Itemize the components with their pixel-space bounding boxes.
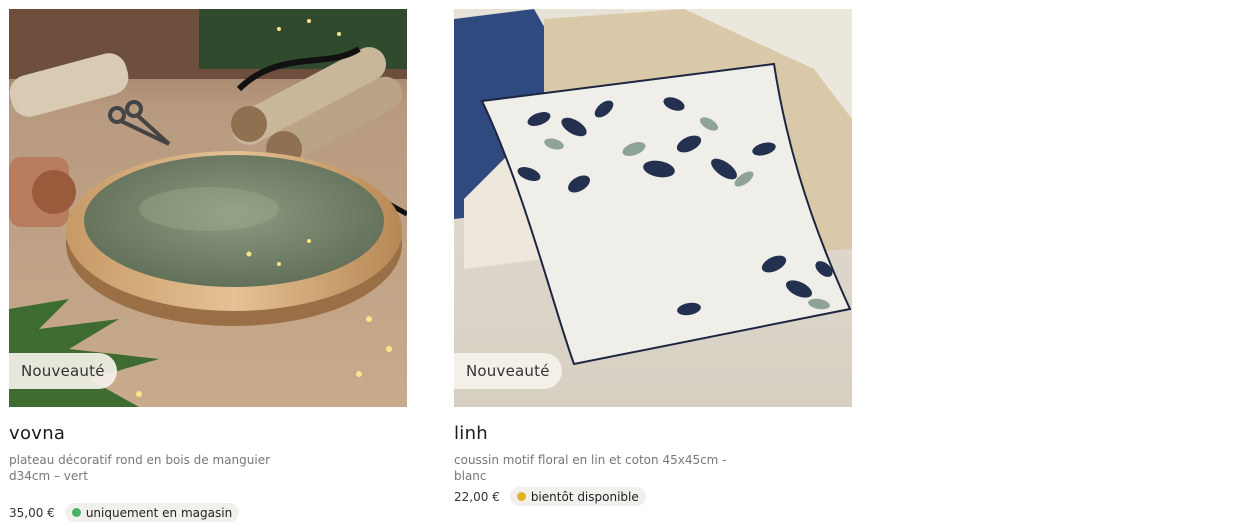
price-row: 22,00 € bientôt disponible	[454, 487, 646, 506]
product-name[interactable]: linh	[454, 423, 488, 444]
price-row: 35,00 € uniquement en magasin	[9, 503, 240, 522]
product-description: plateau décoratif rond en bois de mangui…	[9, 453, 271, 483]
floral-cushion-photo-icon	[454, 9, 852, 407]
decorative-tray-photo-icon	[9, 9, 407, 407]
availability-dot-icon	[516, 492, 526, 501]
availability-label: uniquement en magasin	[85, 505, 233, 520]
new-badge: Nouveauté	[454, 353, 562, 389]
product-image[interactable]: Nouveauté	[454, 9, 852, 407]
product-image[interactable]: Nouveauté	[9, 9, 407, 407]
product-price: 22,00 €	[454, 489, 500, 504]
product-card[interactable]: Nouveauté linh coussin motif floral en l…	[454, 9, 852, 506]
product-card[interactable]: Nouveauté vovna plateau décoratif rond e…	[9, 9, 407, 522]
availability-badge: bientôt disponible	[509, 487, 646, 506]
availability-label: bientôt disponible	[530, 489, 639, 504]
new-badge: Nouveauté	[9, 353, 117, 389]
availability-dot-icon	[71, 508, 81, 517]
product-name[interactable]: vovna	[9, 423, 65, 444]
product-price: 35,00 €	[9, 505, 55, 520]
availability-badge: uniquement en magasin	[64, 503, 240, 522]
product-description: coussin motif floral en lin et coton 45x…	[454, 453, 727, 483]
